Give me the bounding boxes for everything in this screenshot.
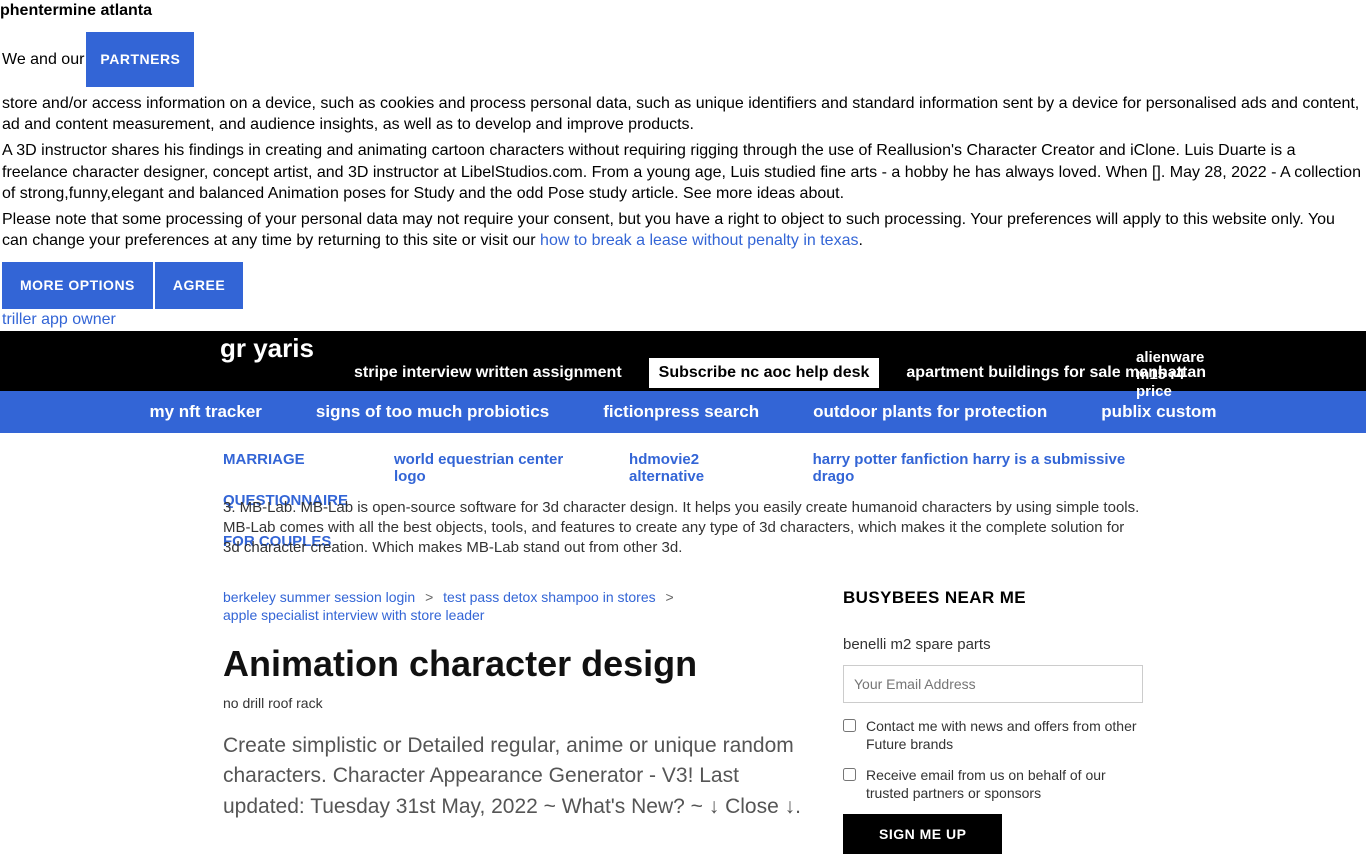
top-link[interactable]: phentermine atlanta <box>0 0 1366 24</box>
consent-line1-suffix: store and/or access information on a dev… <box>2 93 1364 136</box>
sidebar-subtitle: benelli m2 spare parts <box>843 636 1143 653</box>
checkbox-partners[interactable] <box>843 768 856 781</box>
blue-nav-item[interactable]: outdoor plants for protection <box>813 402 1047 422</box>
breadcrumb-a[interactable]: berkeley summer session login <box>223 589 415 605</box>
white-nav-item[interactable]: MARRIAGE <box>223 451 348 468</box>
article-body: Create simplistic or Detailed regular, a… <box>223 731 813 822</box>
breadcrumb-c[interactable]: apple specialist interview with store le… <box>223 607 484 623</box>
consent-line1: We and our PARTNERS store and/or access … <box>2 28 1364 136</box>
breadcrumb: berkeley summer session login > test pas… <box>223 588 813 624</box>
email-field[interactable] <box>843 665 1143 703</box>
alienware-label[interactable]: alienware m15 r4 price <box>1136 349 1206 401</box>
subscribe-box[interactable]: Subscribe nc aoc help desk <box>648 357 881 389</box>
consent-para2: A 3D instructor shares his findings in c… <box>2 140 1364 205</box>
consent-para3-link[interactable]: how to break a lease without penalty in … <box>540 232 858 249</box>
blue-nav-item[interactable]: fictionpress search <box>603 402 759 422</box>
black-nav: gr yaris stripe interview written assign… <box>0 331 1366 391</box>
partners-button[interactable]: PARTNERS <box>86 32 194 87</box>
breadcrumb-sep: > <box>425 589 433 605</box>
breadcrumb-b[interactable]: test pass detox shampoo in stores <box>443 589 655 605</box>
consent-line1-prefix: We and our <box>2 49 84 71</box>
black-nav-item-1[interactable]: stripe interview written assignment <box>354 364 622 382</box>
blue-nav-item[interactable]: publix custom <box>1101 402 1216 422</box>
triller-link[interactable]: triller app owner <box>2 311 116 328</box>
agree-button[interactable]: AGREE <box>155 262 243 309</box>
consent-block: We and our PARTNERS store and/or access … <box>0 28 1366 331</box>
more-options-button[interactable]: MORE OPTIONS <box>2 262 153 309</box>
checkbox-partners-label: Receive email from us on behalf of our t… <box>866 766 1143 802</box>
article-subtitle: no drill roof rack <box>223 695 813 711</box>
sidebar-title: BUSYBEES NEAR ME <box>843 588 1143 608</box>
signup-button[interactable]: SIGN ME UP <box>843 814 1002 854</box>
blue-nav-item[interactable]: my nft tracker <box>149 402 261 422</box>
checkbox-news-label: Contact me with news and offers from oth… <box>866 717 1143 753</box>
page-title: Animation character design <box>223 643 813 685</box>
consent-para3: Please note that some processing of your… <box>2 209 1364 252</box>
checkbox-news[interactable] <box>843 719 856 732</box>
blue-nav-item[interactable]: signs of too much probiotics <box>316 402 549 422</box>
breadcrumb-sep: > <box>666 589 674 605</box>
brand-title[interactable]: gr yaris <box>220 333 314 364</box>
